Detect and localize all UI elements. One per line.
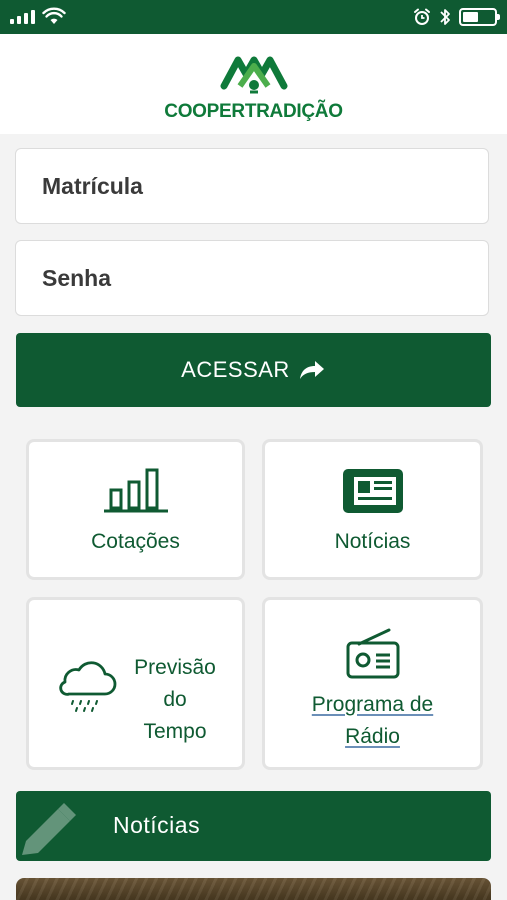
tile-weather[interactable]: Previsão do Tempo <box>26 597 245 770</box>
login-button-label: ACESSAR <box>181 357 290 382</box>
tile-news[interactable]: Notícias <box>262 439 483 580</box>
tile-radio-label[interactable]: Programa de Rádio <box>265 689 480 753</box>
bar-chart-icon <box>103 468 168 513</box>
news-section-header: Notícias <box>16 791 491 861</box>
brand-name: COOPERTRADIÇÃO <box>164 101 343 122</box>
app-header: COOPERTRADIÇÃO <box>0 34 507 134</box>
username-input[interactable] <box>16 149 488 223</box>
status-bar <box>0 0 507 34</box>
tile-weather-label: Previsão do Tempo <box>125 652 225 748</box>
password-input[interactable] <box>16 241 488 315</box>
tile-weather-label-line1: Previsão <box>134 656 216 679</box>
brand-logo: COOPERTRADIÇÃO <box>0 52 507 123</box>
news-section-title: Notícias <box>113 812 201 838</box>
wifi-icon <box>42 7 66 24</box>
tile-quotes[interactable]: Cotações <box>26 439 245 580</box>
battery-icon <box>459 8 500 26</box>
rain-cloud-icon <box>59 661 117 712</box>
password-field[interactable] <box>15 240 489 316</box>
tile-radio-label-line1: Programa de <box>311 693 434 716</box>
newspaper-icon <box>342 469 403 513</box>
logo-mark-icon <box>220 56 287 94</box>
bluetooth-icon <box>440 9 450 25</box>
login-button[interactable]: ACESSAR <box>16 333 491 407</box>
username-field[interactable] <box>15 148 489 224</box>
tile-news-label: Notícias <box>334 530 411 553</box>
alarm-icon <box>414 8 430 25</box>
tile-weather-label-line3: Tempo <box>143 720 207 743</box>
radio-icon <box>346 628 399 679</box>
signal-icon <box>10 10 35 24</box>
tile-radio[interactable]: Programa de Rádio <box>262 597 483 770</box>
news-image[interactable] <box>16 878 491 900</box>
share-arrow-icon <box>299 361 324 379</box>
tile-radio-label-line2: Rádio <box>345 725 400 748</box>
tile-quotes-label: Cotações <box>91 530 180 553</box>
pencil-icon <box>22 803 76 855</box>
tile-weather-label-line2: do <box>163 688 187 711</box>
